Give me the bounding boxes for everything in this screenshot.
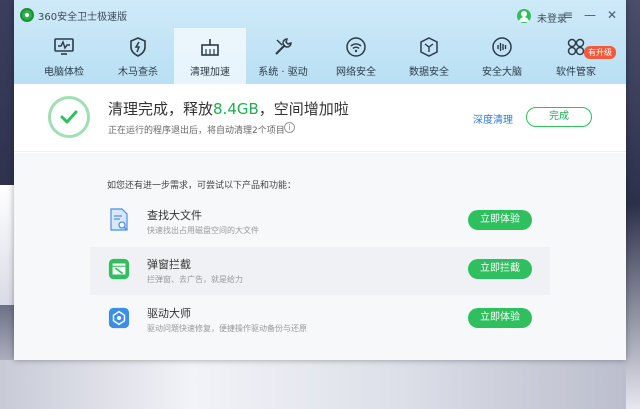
file-search-icon — [110, 208, 128, 231]
status-title: 清理完成，释放8.4GB，空间增加啦 — [108, 98, 349, 119]
nav-label: 软件管家 — [556, 67, 596, 78]
nav-item-checkup[interactable]: 电脑体检 — [28, 28, 100, 84]
driver-icon — [108, 307, 130, 329]
try-now-button[interactable]: 立即体验 — [468, 308, 532, 328]
avatar[interactable] — [517, 9, 531, 23]
nav-item-data-security[interactable]: 数据安全 — [393, 28, 465, 84]
header: 360安全卫士极速版 未登录 ≡ — ✕ 电脑体检 木马查杀 清理加速 系统 ·… — [14, 0, 626, 84]
wifi-icon — [346, 37, 366, 57]
suggestion-title: 查找大文件 — [147, 209, 202, 222]
cleanup-status-panel: 清理完成，释放8.4GB，空间增加啦 正在运行的程序退出后，将自动清理2个项目 … — [14, 84, 626, 152]
deep-clean-link[interactable]: 深度清理 — [473, 111, 513, 126]
voice-wave-icon — [492, 37, 512, 57]
nav-item-cleanup[interactable]: 清理加速 — [174, 28, 246, 84]
shield-icon — [130, 37, 146, 57]
app-title: 360安全卫士极速版 — [38, 12, 128, 23]
suggestion-row-large-files: 查找大文件 快速找出占用磁盘空间的大文件 立即体验 — [90, 198, 550, 246]
nav-label: 数据安全 — [409, 67, 449, 78]
freed-amount: 8.4GB — [213, 100, 259, 118]
nav-label: 清理加速 — [190, 67, 230, 78]
check-circle-icon — [48, 96, 90, 138]
desktop-right-edge — [626, 0, 640, 409]
desktop-left-edge — [0, 185, 14, 305]
suggestions-hint: 如您还有进一步需求，可尝试以下产品和功能： — [107, 181, 297, 191]
nav-label: 安全大脑 — [482, 67, 522, 78]
wrench-icon — [275, 38, 292, 55]
upgrade-badge: 有升级 — [584, 46, 616, 59]
suggestions-panel: 如您还有进一步需求，可尝试以下产品和功能： 查找大文件 快速找出占用磁盘空间的大… — [14, 153, 626, 360]
popup-block-icon — [108, 258, 130, 280]
block-now-button[interactable]: 立即拦截 — [468, 259, 532, 279]
nav-label: 网络安全 — [336, 67, 376, 78]
suggestion-title: 弹窗拦截 — [147, 258, 191, 271]
done-button[interactable]: 完成 — [526, 107, 592, 127]
nav-label: 木马查杀 — [118, 67, 158, 78]
suggestion-row-popup-block: 弹窗拦截 拦弹窗、去广告，就是给力 立即拦截 — [90, 247, 550, 295]
status-title-suffix: ，空间增加啦 — [258, 100, 349, 118]
suggestion-row-driver-master: 驱动大师 驱动问题快速修复，便捷操作驱动备份与还原 立即体验 — [90, 296, 550, 344]
nav-item-system-driver[interactable]: 系统 · 驱动 — [247, 28, 319, 84]
main-nav: 电脑体检 木马查杀 清理加速 系统 · 驱动 网络安全 数据安全 安全大脑 软件… — [14, 28, 626, 84]
menu-button[interactable]: ≡ — [558, 6, 578, 24]
nav-item-trojan-scan[interactable]: 木马查杀 — [102, 28, 174, 84]
suggestion-title: 驱动大师 — [147, 307, 191, 320]
nav-label: 电脑体检 — [44, 67, 84, 78]
try-now-button[interactable]: 立即体验 — [468, 210, 532, 230]
info-icon[interactable]: i — [284, 122, 295, 133]
suggestion-desc: 驱动问题快速修复，便捷操作驱动备份与还原 — [147, 324, 307, 333]
suggestion-desc: 快速找出占用磁盘空间的大文件 — [147, 226, 259, 235]
cube-icon — [420, 37, 438, 57]
minimize-button[interactable]: — — [580, 6, 600, 24]
desktop-bottom-area — [0, 360, 640, 409]
app-logo-icon — [20, 8, 34, 22]
status-subtitle: 正在运行的程序退出后，将自动清理2个项目 — [108, 126, 285, 136]
monitor-icon — [54, 38, 74, 55]
broom-icon — [201, 39, 219, 56]
suggestion-desc: 拦弹窗、去广告，就是给力 — [147, 275, 243, 284]
app-window: 360安全卫士极速版 未登录 ≡ — ✕ 电脑体检 木马查杀 清理加速 系统 ·… — [14, 0, 626, 360]
nav-item-network-security[interactable]: 网络安全 — [320, 28, 392, 84]
nav-item-security-brain[interactable]: 安全大脑 — [466, 28, 538, 84]
nav-label: 系统 · 驱动 — [258, 67, 308, 78]
close-button[interactable]: ✕ — [602, 6, 622, 24]
status-title-prefix: 清理完成，释放 — [108, 100, 214, 118]
